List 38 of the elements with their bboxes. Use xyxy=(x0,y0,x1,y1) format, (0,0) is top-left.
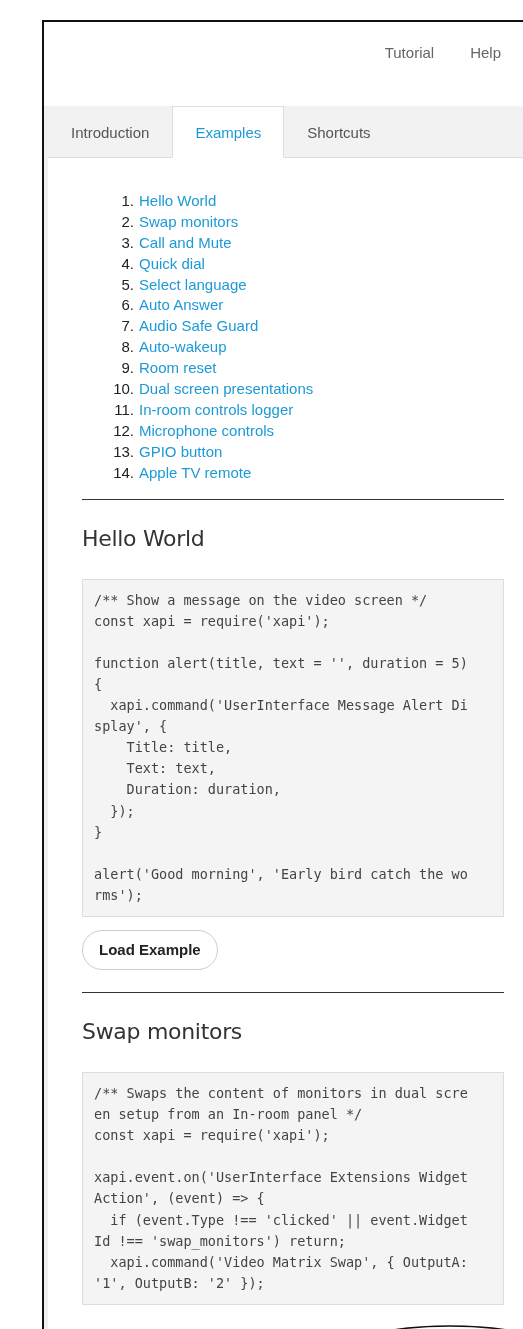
example-link[interactable]: Audio Safe Guard xyxy=(139,317,259,335)
example-link[interactable]: Apple TV remote xyxy=(139,463,252,481)
example-link[interactable]: Swap monitors xyxy=(139,212,239,230)
list-number: 10. xyxy=(112,380,134,397)
list-number: 9. xyxy=(120,359,134,377)
example-link[interactable]: Room reset xyxy=(139,359,217,377)
tab[interactable]: Introduction xyxy=(48,106,173,157)
list-number: 6. xyxy=(120,296,134,314)
example-link[interactable]: Microphone controls xyxy=(139,421,275,439)
example-link[interactable]: Dual screen presentations xyxy=(139,380,314,397)
list-number: 14. xyxy=(112,463,134,481)
header-link[interactable]: Tutorial xyxy=(384,44,435,61)
section-heading: Swap monitors xyxy=(82,1019,244,1044)
list-number: 8. xyxy=(120,338,134,356)
list-number: 5. xyxy=(120,275,134,293)
list-number: 13. xyxy=(112,442,134,460)
header-link[interactable]: Help xyxy=(470,44,501,61)
tab[interactable]: Shortcuts xyxy=(284,106,394,157)
example-link[interactable]: Select language xyxy=(139,275,247,293)
tab[interactable]: Examples xyxy=(172,106,285,158)
list-number: 12. xyxy=(112,421,134,439)
example-link[interactable]: Auto Answer xyxy=(139,296,224,314)
example-link[interactable]: Call and Mute xyxy=(139,233,232,251)
example-link[interactable]: Auto-wakeup xyxy=(139,338,227,356)
list-number: 1. xyxy=(120,192,134,209)
load-example-button[interactable]: Load Example xyxy=(82,930,218,970)
example-link[interactable]: In-room controls logger xyxy=(139,400,294,418)
section-heading: Hello World xyxy=(82,525,206,551)
code-block: /** Show a message on the video screen */ const xapi = require('xapi'); function alert(title, text = '', duration = 5) { xapi.command('UserInterface Message Alert Di splay', { Title: title, Text: text, Duration: duration, }); } alert('Good morning', 'Early bird catch the wo rms'); xyxy=(82,578,504,917)
list-number: 2. xyxy=(120,212,134,230)
example-link[interactable]: Hello World xyxy=(139,192,217,209)
list-number: 7. xyxy=(120,317,134,335)
example-link[interactable]: Quick dial xyxy=(139,254,205,272)
example-link[interactable]: GPIO button xyxy=(139,442,223,460)
code-block: /** Swaps the content of monitors in dual scre en setup from an In-room panel */ const xapi = require('xapi'); xapi.event.on('UserInterface Extensions Widget Action', (event) => { if (event.Type !== 'clicked' || event.Widget Id !== 'swap_monitors') return; xapi.command('Video Matrix Swap', { OutputA: '1', OutputB: '2' }); xyxy=(82,1072,504,1305)
list-number: 4. xyxy=(120,254,134,272)
list-number: 11. xyxy=(113,400,134,418)
list-number: 3. xyxy=(120,233,134,251)
